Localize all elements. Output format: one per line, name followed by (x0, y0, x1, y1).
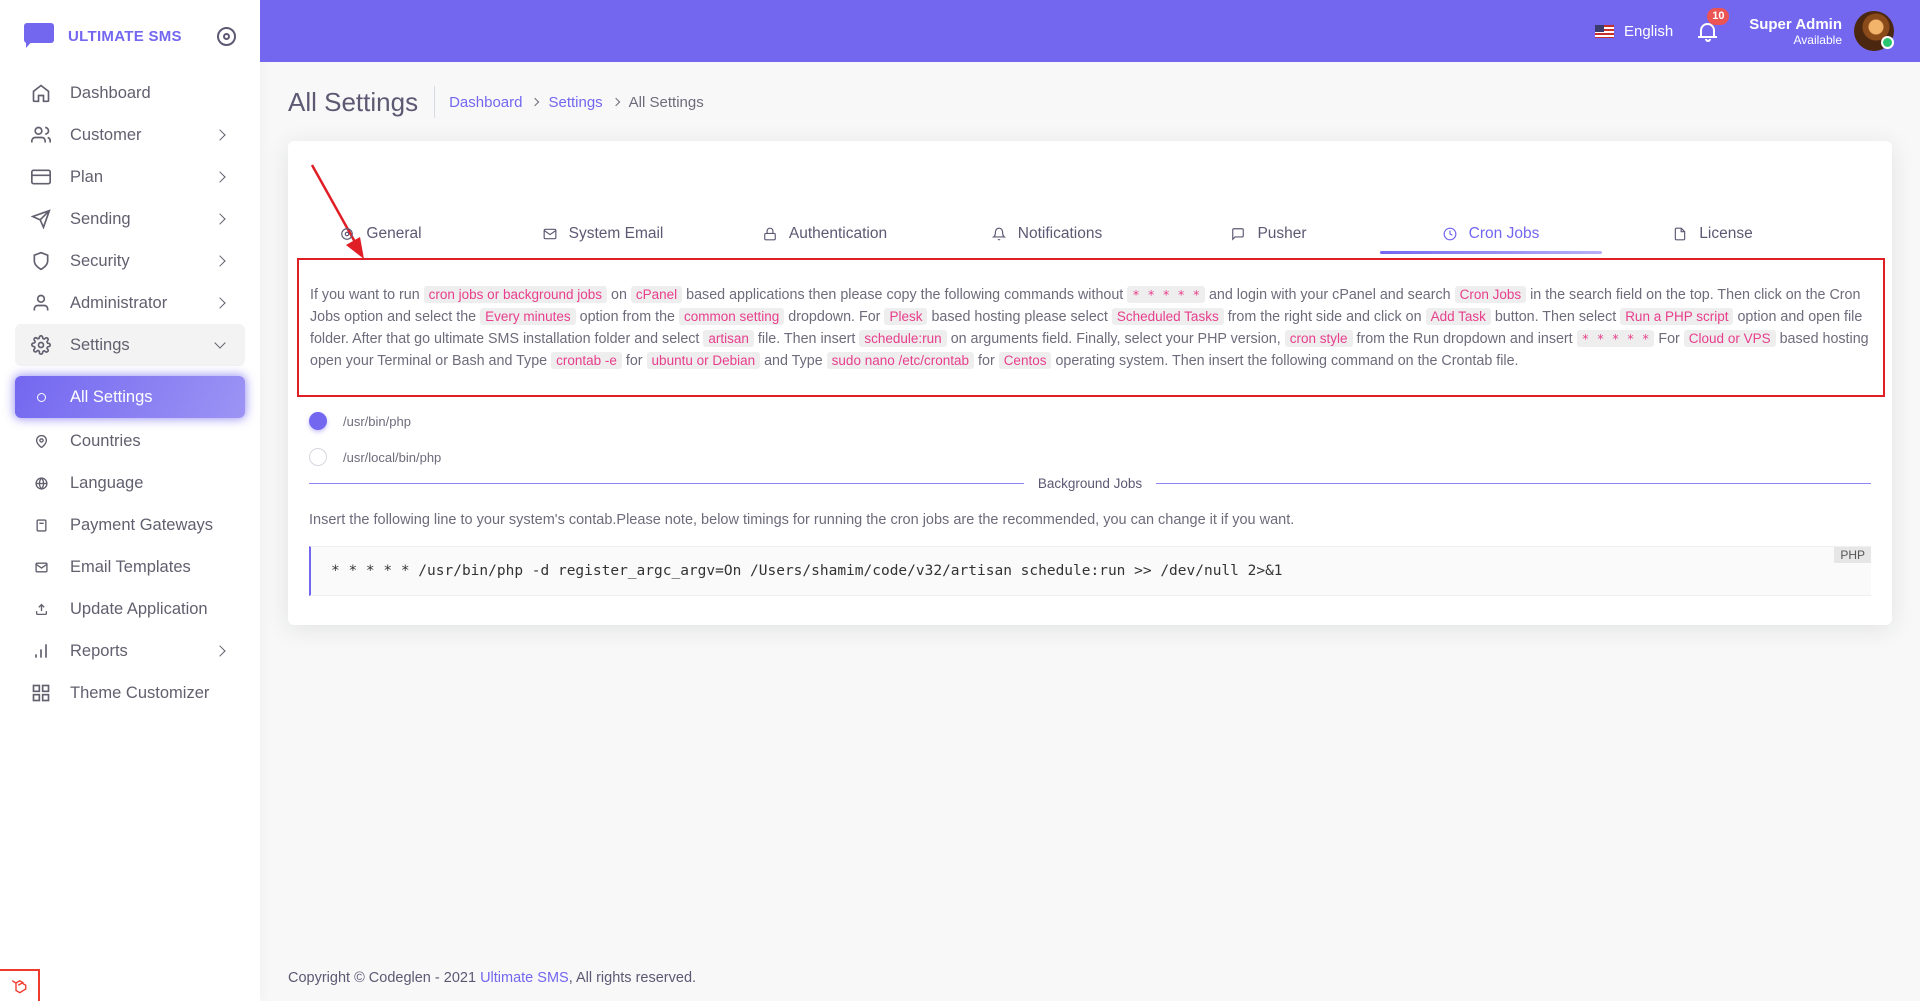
sidebar-item-customer[interactable]: Customer (15, 114, 245, 156)
bell-icon (991, 227, 1006, 241)
tab-license[interactable]: License (1602, 214, 1824, 254)
sidebar-toggle-icon[interactable] (217, 26, 236, 46)
radio-unchecked-icon (309, 448, 327, 466)
tab-general[interactable]: General (270, 214, 492, 254)
globe-icon (30, 472, 52, 494)
breadcrumb: Dashboard Settings All Settings (449, 94, 704, 111)
user-icon (30, 292, 52, 314)
laravel-logo-icon[interactable] (0, 969, 40, 1001)
sidebar-item-email-templates[interactable]: Email Templates (15, 546, 245, 588)
us-flag-icon (1595, 24, 1614, 38)
sidebar-item-security[interactable]: Security (15, 240, 245, 282)
mail-icon (543, 227, 557, 241)
chevron-right-icon (531, 97, 540, 107)
background-jobs-title: Background Jobs (1037, 476, 1143, 491)
cron-command-code[interactable]: * * * * * /usr/bin/php -d register_argc_… (309, 546, 1871, 596)
users-icon (30, 124, 52, 146)
sidebar-item-reports[interactable]: Reports (15, 630, 245, 672)
message-icon (1231, 227, 1245, 241)
chevron-right-icon (214, 129, 226, 141)
chevron-right-icon (214, 255, 226, 267)
chevron-right-icon (214, 645, 226, 657)
bell-icon (1700, 23, 1716, 37)
footer-link[interactable]: Ultimate SMS (480, 970, 569, 986)
breadcrumb-current: All Settings (628, 93, 704, 111)
shield-icon (30, 250, 52, 272)
language-label: English (1624, 22, 1674, 40)
sidebar-nav: Dashboard Customer Plan Sending Security… (0, 72, 260, 714)
chevron-down-icon (214, 337, 226, 349)
tab-authentication[interactable]: Authentication (714, 214, 936, 254)
notifications-button[interactable]: 10 (1697, 8, 1730, 42)
radio-checked-icon (309, 412, 327, 430)
breadcrumb-settings[interactable]: Settings (548, 94, 602, 111)
cron-command-text: * * * * * /usr/bin/php -d register_argc_… (331, 563, 1283, 579)
language-dropdown[interactable]: English (1595, 23, 1673, 40)
php-path-radio-usr-local-bin[interactable]: /usr/local/bin/php (309, 439, 441, 475)
tab-system-email[interactable]: System Email (492, 214, 714, 254)
credit-card-icon (30, 514, 52, 536)
settings-tabs: General System Email Authentication Noti… (270, 214, 1890, 254)
sidebar: ULTIMATE SMS Dashboard Customer Plan Sen… (0, 0, 260, 1001)
user-name: Super Admin (1749, 15, 1842, 33)
chevron-right-icon (214, 213, 226, 225)
sidebar-item-administrator[interactable]: Administrator (15, 282, 245, 324)
sidebar-item-countries[interactable]: Countries (15, 420, 245, 462)
php-path-options: /usr/bin/php /usr/local/bin/php (309, 403, 441, 475)
tab-pusher[interactable]: Pusher (1158, 214, 1380, 254)
sidebar-item-theme-customizer[interactable]: Theme Customizer (15, 672, 245, 714)
user-info[interactable]: Super Admin Available (1749, 16, 1842, 47)
send-icon (30, 208, 52, 230)
brand-name: ULTIMATE SMS (68, 27, 182, 45)
clock-icon (1443, 227, 1457, 241)
tab-notifications[interactable]: Notifications (936, 214, 1158, 254)
page-title: All Settings (288, 86, 436, 118)
top-navbar: English 10 Super Admin Available (260, 0, 1920, 62)
sidebar-item-settings[interactable]: Settings (15, 324, 245, 366)
map-pin-icon (30, 430, 52, 452)
user-status: Available (1793, 32, 1842, 47)
upload-icon (30, 598, 52, 620)
sidebar-item-all-settings[interactable]: All Settings (15, 376, 245, 418)
chevron-right-icon (214, 171, 226, 183)
sidebar-item-dashboard[interactable]: Dashboard (15, 72, 245, 114)
tab-cron-jobs[interactable]: Cron Jobs (1380, 214, 1602, 254)
code-language-tag: PHP (1834, 547, 1871, 563)
background-jobs-divider: Background Jobs (309, 476, 1872, 491)
mail-icon (30, 556, 52, 578)
bar-chart-icon (30, 640, 52, 662)
sidebar-item-plan[interactable]: Plan (15, 156, 245, 198)
content-header: All Settings Dashboard Settings All Sett… (288, 86, 704, 118)
gear-icon (340, 227, 354, 241)
chevron-right-icon (214, 297, 226, 309)
breadcrumb-dashboard[interactable]: Dashboard (449, 94, 522, 111)
chevron-right-icon (611, 97, 620, 107)
gear-icon (30, 334, 52, 356)
avatar[interactable] (1854, 11, 1894, 51)
circle-icon (30, 386, 52, 408)
sidebar-item-update-application[interactable]: Update Application (15, 588, 245, 630)
file-icon (1673, 227, 1687, 241)
sidebar-item-sending[interactable]: Sending (15, 198, 245, 240)
notification-badge: 10 (1707, 8, 1730, 25)
brand[interactable]: ULTIMATE SMS (0, 0, 260, 72)
background-jobs-instruction: Insert the following line to your system… (309, 512, 1295, 528)
credit-card-icon (30, 166, 52, 188)
home-icon (30, 82, 52, 104)
php-path-radio-usr-bin[interactable]: /usr/bin/php (309, 403, 441, 439)
footer: Copyright © Codeglen - 2021 Ultimate SMS… (288, 970, 697, 986)
sidebar-item-language[interactable]: Language (15, 462, 245, 504)
chat-logo-icon (24, 23, 54, 49)
lock-icon (763, 227, 777, 241)
grid-icon (30, 682, 52, 704)
sidebar-item-payment-gateways[interactable]: Payment Gateways (15, 504, 245, 546)
cron-instructions: If you want to run cron jobs or backgrou… (297, 258, 1885, 397)
